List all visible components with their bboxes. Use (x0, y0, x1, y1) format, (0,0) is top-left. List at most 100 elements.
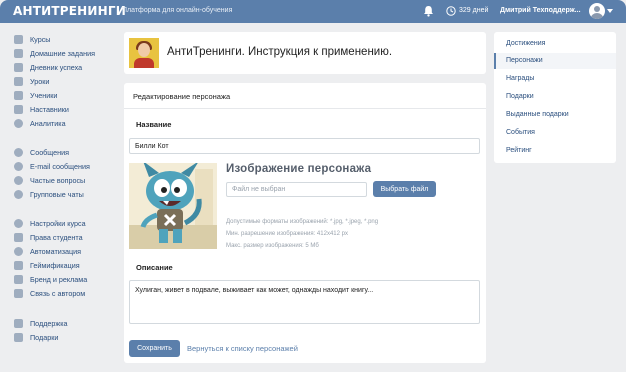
video-icon (14, 76, 23, 86)
brand-icon (14, 274, 23, 284)
hint-formats: Допустимые форматы изображений: *.jpg, *… (226, 219, 379, 225)
clock-icon (446, 6, 456, 16)
right-menu-characters[interactable]: Персонажи (506, 57, 543, 64)
notebook-icon (14, 62, 23, 72)
chevron-down-icon[interactable] (607, 9, 613, 13)
sidebar-item-student-rights[interactable]: Права студента (14, 231, 83, 243)
sidebar-item-label: Настройки курса (30, 218, 86, 228)
question-icon (14, 175, 23, 185)
tagline: Платформа для онлайн-обучения (122, 7, 233, 14)
gamepad-icon (14, 260, 23, 270)
sidebar-item-email[interactable]: E-mail сообщения (14, 160, 90, 172)
sidebar-item-label: Геймификация (30, 260, 80, 270)
gear-icon (14, 218, 23, 228)
edit-card-title: Редактирование персонажа (133, 92, 231, 101)
thumbnail-face (138, 43, 150, 57)
character-image-drawing (129, 163, 217, 249)
course-thumbnail (129, 38, 159, 68)
sidebar-item-label: Автоматизация (30, 246, 82, 256)
right-menu-issued-gifts[interactable]: Выданные подарки (506, 111, 569, 118)
edit-character-card: Редактирование персонажа Название Билли … (124, 83, 486, 363)
sidebar-item-courses[interactable]: Курсы (14, 33, 50, 45)
right-menu-rating[interactable]: Рейтинг (506, 147, 532, 154)
automation-icon (14, 246, 23, 256)
sidebar-item-students[interactable]: Ученики (14, 89, 57, 101)
hint-resolution: Мин. разрешение изображения: 412x412 px (226, 231, 348, 237)
sidebar-item-label: Права студента (30, 232, 83, 242)
book-icon (14, 34, 23, 44)
sidebar-item-lessons[interactable]: Уроки (14, 75, 49, 87)
sidebar-item-label: Бренд и реклама (30, 274, 88, 284)
back-to-list-link[interactable]: Вернуться к списку персонажей (187, 344, 298, 353)
pencil-icon (14, 48, 23, 58)
name-label: Название (136, 120, 172, 129)
description-textarea[interactable]: Хулиган, живет в подвале, выживает как м… (129, 280, 480, 324)
sidebar-item-gamification[interactable]: Геймификация (14, 259, 80, 271)
sidebar-item-mentors[interactable]: Наставники (14, 103, 69, 115)
sidebar-item-diary[interactable]: Дневник успеха (14, 61, 82, 73)
sidebar-item-label: Дневник успеха (30, 62, 83, 72)
sidebar-item-label: Поддержка (30, 318, 68, 328)
group-chat-icon (14, 189, 23, 199)
bell-icon[interactable] (423, 5, 434, 17)
image-section-title: Изображение персонажа (226, 163, 372, 175)
sidebar-item-label: Уроки (30, 76, 50, 86)
active-item-indicator (494, 53, 496, 69)
pie-chart-icon (14, 118, 23, 128)
app-window: АНТИТРЕНИНГИ Платформа для онлайн-обучен… (0, 0, 626, 372)
mentors-icon (14, 104, 23, 114)
link-icon (14, 288, 23, 298)
sidebar-item-faq[interactable]: Частые вопросы (14, 174, 85, 186)
sidebar-item-label: Сообщения (30, 147, 70, 157)
sidebar-item-label: Групповые чаты (30, 189, 84, 199)
sidebar-item-course-settings[interactable]: Настройки курса (14, 217, 86, 229)
at-icon (14, 161, 23, 171)
right-menu-events[interactable]: События (506, 129, 535, 136)
sidebar-item-label: Домашние задания (30, 48, 95, 58)
days-counter: 329 дней (459, 7, 489, 14)
sidebar-item-label: Частые вопросы (30, 175, 86, 185)
sidebar-item-label: Наставники (30, 104, 69, 114)
sidebar-item-label: E-mail сообщения (30, 161, 90, 171)
page-title: АнтиТренинги. Инструкция к применению. (167, 46, 393, 58)
sidebar-item-label: Ученики (30, 90, 58, 100)
right-menu-achievements[interactable]: Достижения (506, 40, 545, 47)
save-button[interactable]: Сохранить (129, 340, 180, 357)
character-image (129, 163, 217, 249)
file-name-field[interactable]: Файл не выбран (226, 182, 367, 197)
user-name[interactable]: Дмитрий Техподдерж... (500, 7, 581, 14)
sidebar-item-label: Аналитика (30, 118, 66, 128)
right-menu-gifts[interactable]: Подарки (506, 93, 534, 100)
sidebar-item-homework[interactable]: Домашние задания (14, 47, 95, 59)
sidebar-item-support[interactable]: Поддержка (14, 317, 68, 329)
top-bar: АНТИТРЕНИНГИ Платформа для онлайн-обучен… (0, 0, 626, 23)
sidebar-item-automation[interactable]: Автоматизация (14, 245, 81, 257)
sidebar: Курсы Домашние задания Дневник успеха Ур… (0, 23, 120, 372)
chat-icon (14, 147, 23, 157)
choose-file-button[interactable]: Выбрать файл (373, 181, 436, 197)
sidebar-item-label: Связь с автором (30, 288, 86, 298)
name-field[interactable]: Билли Кот (129, 138, 480, 154)
checkbox-icon (14, 232, 23, 242)
gift-icon (14, 332, 23, 342)
edit-card-header: Редактирование персонажа (124, 83, 486, 109)
sidebar-item-messages[interactable]: Сообщения (14, 146, 69, 158)
avatar[interactable] (589, 3, 605, 19)
phone-icon (14, 318, 23, 328)
hint-size: Макс. размер изображения: 5 Мб (226, 243, 319, 249)
sidebar-item-analytics[interactable]: Аналитика (14, 117, 66, 129)
sidebar-item-brand[interactable]: Бренд и реклама (14, 273, 87, 285)
thumbnail-shirt (134, 58, 154, 68)
logo[interactable]: АНТИТРЕНИНГИ (13, 4, 126, 18)
sidebar-item-contact-author[interactable]: Связь с автором (14, 287, 85, 299)
description-label: Описание (136, 263, 173, 272)
avatar-head (594, 6, 600, 12)
right-menu: Достижения Персонажи Награды Подарки Выд… (494, 32, 616, 163)
sidebar-item-label: Подарки (30, 332, 59, 342)
sidebar-item-label: Курсы (30, 34, 51, 44)
avatar-body (591, 13, 603, 19)
sidebar-item-gifts[interactable]: Подарки (14, 331, 58, 343)
sidebar-item-group-chats[interactable]: Групповые чаты (14, 188, 84, 200)
right-menu-awards[interactable]: Награды (506, 75, 534, 82)
students-icon (14, 90, 23, 100)
